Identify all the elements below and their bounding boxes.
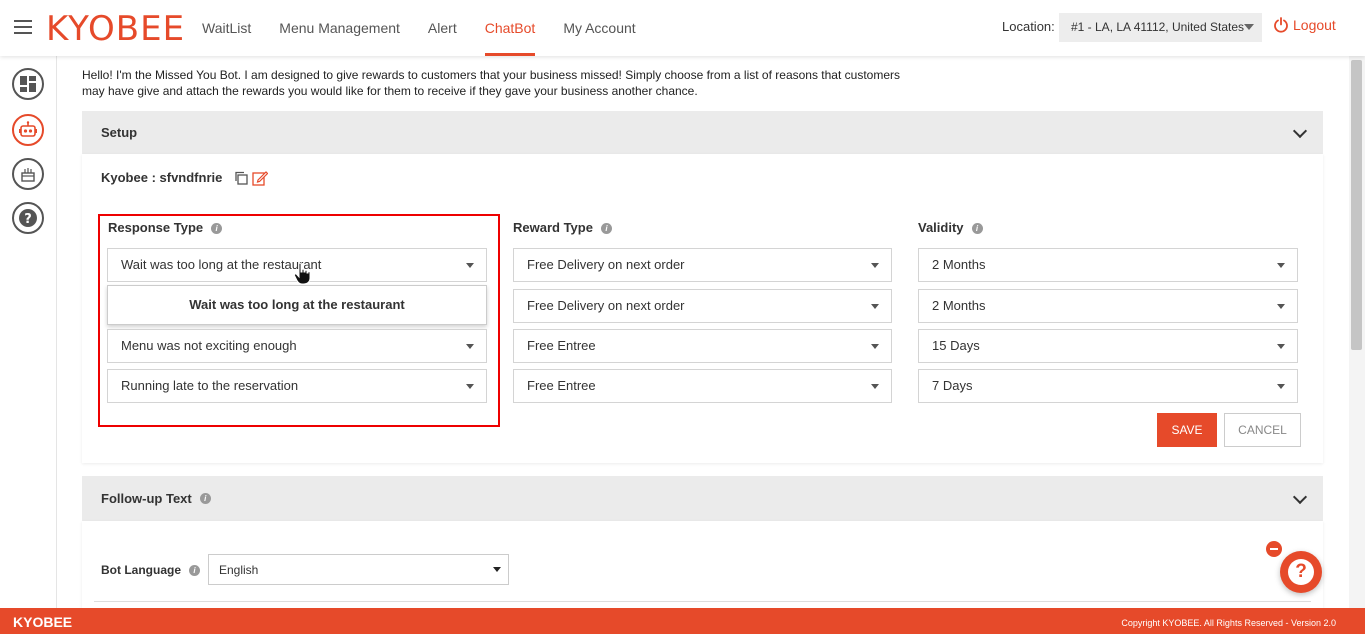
reward-select-2[interactable]: Free Delivery on next order	[513, 289, 892, 323]
menu-icon[interactable]	[14, 20, 32, 34]
nav-my-account[interactable]: My Account	[563, 0, 635, 56]
chevron-down-icon	[493, 567, 501, 572]
top-navbar: KYOBEE WaitList Menu Management Alert Ch…	[0, 0, 1365, 56]
location-select[interactable]: #1 - LA, LA 41112, United States	[1059, 13, 1262, 42]
validity-label: Validity i	[918, 220, 983, 235]
response-type-highlight	[98, 214, 500, 427]
logout-label: Logout	[1293, 17, 1336, 33]
followup-title: Follow-up Text	[101, 491, 192, 506]
chevron-down-icon	[871, 263, 879, 268]
nav-alert[interactable]: Alert	[428, 0, 457, 56]
edit-icon[interactable]	[252, 170, 268, 186]
logout-button[interactable]: Logout	[1273, 17, 1336, 33]
reward-select-4[interactable]: Free Entree	[513, 369, 892, 403]
intro-text: Hello! I'm the Missed You Bot. I am desi…	[82, 68, 900, 98]
cake-icon[interactable]	[12, 158, 44, 190]
footer-brand: KYOBEE	[13, 614, 73, 630]
validity-select-1[interactable]: 2 Months	[918, 248, 1298, 282]
help-icon[interactable]: ?	[12, 202, 44, 234]
hand-cursor-icon	[293, 262, 311, 285]
validity-select-4[interactable]: 7 Days	[918, 369, 1298, 403]
svg-text:?: ?	[24, 212, 32, 227]
left-rail: ?	[0, 56, 57, 608]
chevron-down-icon[interactable]	[1292, 489, 1308, 504]
chevron-down-icon[interactable]	[1292, 123, 1308, 138]
bot-language-label: Bot Language i	[101, 563, 200, 577]
info-icon[interactable]: i	[971, 223, 983, 235]
reward-select-1[interactable]: Free Delivery on next order	[513, 248, 892, 282]
chevron-down-icon	[871, 344, 879, 349]
chevron-down-icon	[1277, 263, 1285, 268]
location-value: #1 - LA, LA 41112, United States	[1071, 20, 1245, 34]
bot-name: Kyobee : sfvndfnrie	[101, 170, 223, 185]
info-icon[interactable]: i	[600, 223, 612, 235]
info-icon[interactable]: i	[199, 493, 211, 504]
reward-select-3[interactable]: Free Entree	[513, 329, 892, 363]
scrollbar-thumb[interactable]	[1351, 60, 1362, 350]
cancel-button[interactable]: CANCEL	[1224, 413, 1301, 447]
nav-menu-management[interactable]: Menu Management	[279, 0, 400, 56]
location-label: Location:	[1002, 19, 1055, 34]
dashboard-icon[interactable]	[12, 68, 44, 100]
reward-type-label: Reward Type i	[513, 220, 612, 235]
validity-select-2[interactable]: 2 Months	[918, 289, 1298, 323]
minimize-icon[interactable]	[1266, 541, 1282, 557]
setup-title: Setup	[101, 125, 138, 140]
copy-icon[interactable]	[234, 171, 248, 185]
bot-language-select[interactable]: English	[208, 554, 509, 585]
main-nav: WaitList Menu Management Alert ChatBot M…	[202, 0, 664, 56]
divider	[94, 601, 1311, 602]
chevron-down-icon	[1277, 384, 1285, 389]
chevron-down-icon	[1277, 344, 1285, 349]
followup-panel-header[interactable]: Follow-up Text i	[82, 476, 1323, 521]
chevron-down-icon	[1277, 304, 1285, 309]
nav-waitlist[interactable]: WaitList	[202, 0, 251, 56]
footer: KYOBEE Copyright KYOBEE. All Rights Rese…	[0, 608, 1365, 634]
chevron-down-icon	[1244, 24, 1254, 30]
chevron-down-icon	[871, 304, 879, 309]
question-icon: ?	[1288, 559, 1314, 585]
validity-select-3[interactable]: 15 Days	[918, 329, 1298, 363]
info-icon[interactable]: i	[189, 565, 200, 577]
help-chat-button[interactable]: ?	[1280, 551, 1322, 593]
footer-copyright: Copyright KYOBEE. All Rights Reserved - …	[1121, 618, 1336, 628]
robot-icon[interactable]	[12, 114, 44, 146]
chevron-down-icon	[871, 384, 879, 389]
nav-chatbot[interactable]: ChatBot	[484, 0, 535, 56]
power-icon	[1274, 17, 1288, 33]
setup-panel-header[interactable]: Setup	[82, 111, 1323, 154]
brand-logo[interactable]: KYOBEE	[46, 9, 185, 49]
save-button[interactable]: SAVE	[1157, 413, 1217, 447]
